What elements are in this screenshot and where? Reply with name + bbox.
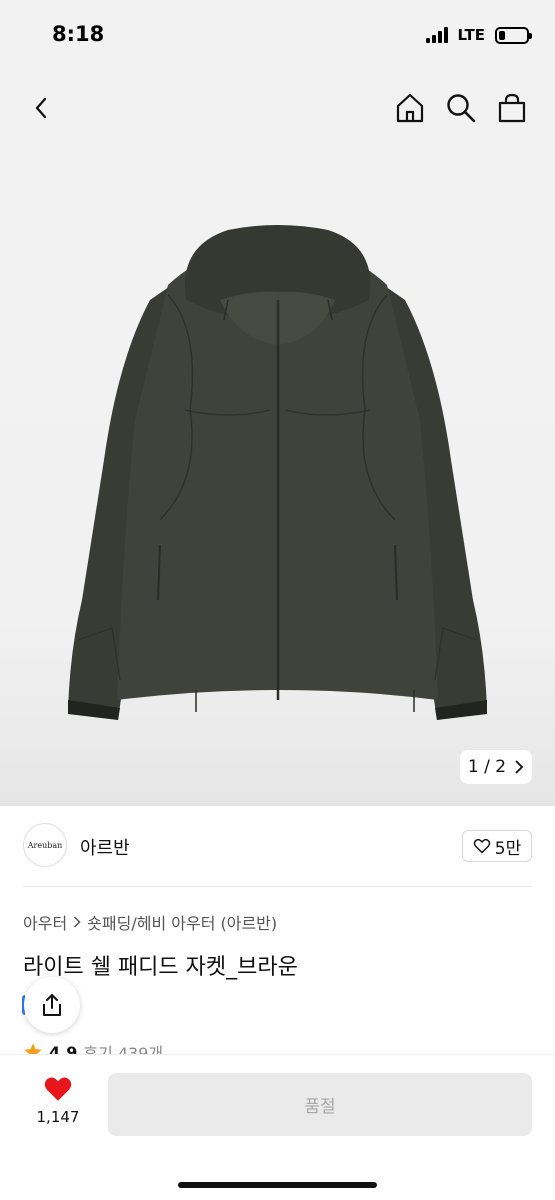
brand-like-count: 5만 [494, 838, 522, 859]
status-time: 8:18 [52, 22, 105, 46]
home-icon [396, 93, 424, 123]
wishlist-count: 1,147 [36, 1108, 80, 1126]
divider [23, 886, 532, 887]
soldout-button[interactable]: 품절 [108, 1073, 532, 1136]
back-button[interactable] [22, 88, 62, 128]
chevron-right-icon [74, 916, 81, 928]
chevron-left-icon [35, 97, 47, 119]
cart-button[interactable] [492, 88, 532, 128]
network-label: LTE [457, 26, 485, 44]
product-image [68, 225, 487, 720]
gallery-pager[interactable]: 1 / 2 [460, 750, 532, 784]
product-gallery[interactable]: 1 / 2 [0, 70, 555, 806]
home-indicator [178, 1182, 377, 1188]
breadcrumb-child[interactable]: 숏패딩/헤비 아우터 (아르반) [87, 910, 277, 934]
heart-outline-icon [473, 838, 491, 854]
home-button[interactable] [390, 88, 430, 128]
status-indicators: LTE [426, 26, 532, 44]
shopping-bag-icon [498, 93, 526, 123]
battery-icon [495, 26, 532, 44]
share-button[interactable] [24, 977, 80, 1033]
search-button[interactable] [441, 88, 481, 128]
breadcrumb-parent[interactable]: 아우터 [23, 910, 67, 934]
status-bar: 8:18 LTE [0, 0, 555, 70]
heart-filled-icon [44, 1077, 72, 1101]
product-title: 라이트 쉘 패디드 자켓_브라운 [23, 955, 298, 980]
brand-name[interactable]: 아르반 [80, 834, 130, 860]
share-icon [43, 994, 61, 1016]
breadcrumb: 아우터 숏패딩/헤비 아우터 (아르반) [23, 910, 277, 934]
search-icon [447, 94, 476, 123]
pager-text: 1 / 2 [467, 757, 507, 777]
brand-like-button[interactable]: 5만 [462, 830, 532, 862]
signal-icon [426, 27, 449, 43]
wishlist-button[interactable]: 1,147 [34, 1075, 82, 1126]
chevron-right-icon [515, 760, 524, 774]
bottom-action-bar: 1,147 품절 [0, 1054, 555, 1200]
brand-row[interactable]: Areuban 아르반 5만 [0, 806, 555, 886]
brand-logo[interactable]: Areuban [23, 823, 67, 867]
